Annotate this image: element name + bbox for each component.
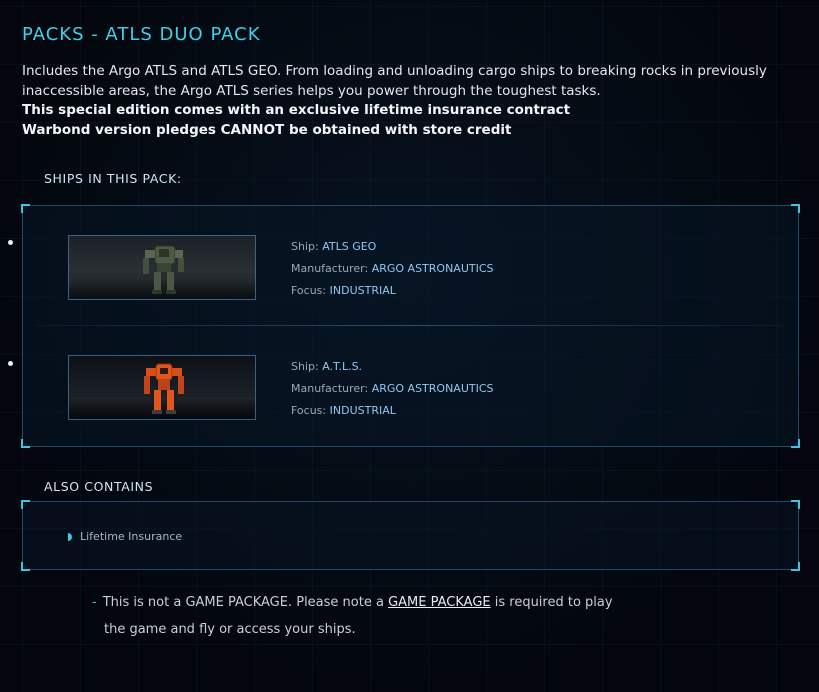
corner-decoration xyxy=(21,500,30,509)
ships-list: Ship: ATLS GEO Manufacturer: ARGO ASTRON… xyxy=(8,204,800,448)
note-suffix: is required to play xyxy=(490,595,613,610)
list-item: Lifetime Insurance xyxy=(68,530,182,543)
focus-row: Focus: INDUSTRIAL xyxy=(291,400,494,422)
game-package-note: - This is not a GAME PACKAGE. Please note… xyxy=(92,589,622,643)
manufacturer-value: ARGO ASTRONAUTICS xyxy=(371,382,494,395)
manufacturer-label: Manufacturer: xyxy=(291,382,372,395)
manufacturer-label: Manufacturer: xyxy=(291,262,372,275)
ship-name: A.T.L.S. xyxy=(322,360,363,373)
focus-value: INDUSTRIAL xyxy=(329,404,396,417)
item-marker-icon xyxy=(68,533,72,541)
corner-decoration xyxy=(21,562,30,571)
description-text: Includes the Argo ATLS and ATLS GEO. Fro… xyxy=(22,63,767,99)
focus-label: Focus: xyxy=(291,404,330,417)
ship-name-row: Ship: A.T.L.S. xyxy=(291,356,494,378)
ships-section-label: SHIPS IN THIS PACK: xyxy=(44,171,182,186)
warbond-notice: Warbond version pledges CANNOT be obtain… xyxy=(22,121,512,138)
page-title: PACKS - ATLS DUO PACK xyxy=(22,24,261,45)
focus-label: Focus: xyxy=(291,284,330,297)
also-contains-label: ALSO CONTAINS xyxy=(44,479,154,494)
focus-row: Focus: INDUSTRIAL xyxy=(291,280,494,302)
ship-name: ATLS GEO xyxy=(322,240,377,253)
atls-mech-icon xyxy=(144,363,184,414)
ship-label: Ship: xyxy=(291,360,323,373)
ship-item-atls[interactable]: Ship: A.T.L.S. Manufacturer: ARGO ASTRON… xyxy=(8,326,798,444)
atls-mech-image[interactable] xyxy=(68,355,256,420)
list-bullet-icon xyxy=(8,361,13,366)
focus-value: INDUSTRIAL xyxy=(329,284,396,297)
manufacturer-value: ARGO ASTRONAUTICS xyxy=(371,262,494,275)
note-prefix: This is not a GAME PACKAGE. Please note … xyxy=(102,595,389,610)
corner-decoration xyxy=(791,562,800,571)
insurance-notice: This special edition comes with an exclu… xyxy=(22,102,571,118)
dash-bullet-icon: - xyxy=(92,595,97,610)
pack-description: Includes the Argo ATLS and ATLS GEO. Fro… xyxy=(22,62,797,140)
ship-info: Ship: A.T.L.S. Manufacturer: ARGO ASTRON… xyxy=(291,356,494,422)
also-contains-list: Lifetime Insurance xyxy=(21,500,800,571)
ship-label: Ship: xyxy=(291,240,323,253)
manufacturer-row: Manufacturer: ARGO ASTRONAUTICS xyxy=(291,378,494,400)
ship-name-row: Ship: ATLS GEO xyxy=(291,236,494,258)
note-line-2: the game and fly or access your ships. xyxy=(104,622,356,637)
atls-geo-mech-icon xyxy=(143,245,184,294)
corner-decoration xyxy=(791,500,800,509)
ship-item-atls-geo[interactable]: Ship: ATLS GEO Manufacturer: ARGO ASTRON… xyxy=(8,206,798,324)
atls-geo-mech-image[interactable] xyxy=(68,235,256,300)
item-label: Lifetime Insurance xyxy=(80,530,183,543)
note-line-1: - This is not a GAME PACKAGE. Please note… xyxy=(92,589,622,616)
manufacturer-row: Manufacturer: ARGO ASTRONAUTICS xyxy=(291,258,494,280)
game-package-link[interactable]: GAME PACKAGE xyxy=(388,595,491,610)
list-bullet-icon xyxy=(8,240,13,245)
ship-info: Ship: ATLS GEO Manufacturer: ARGO ASTRON… xyxy=(291,236,494,302)
